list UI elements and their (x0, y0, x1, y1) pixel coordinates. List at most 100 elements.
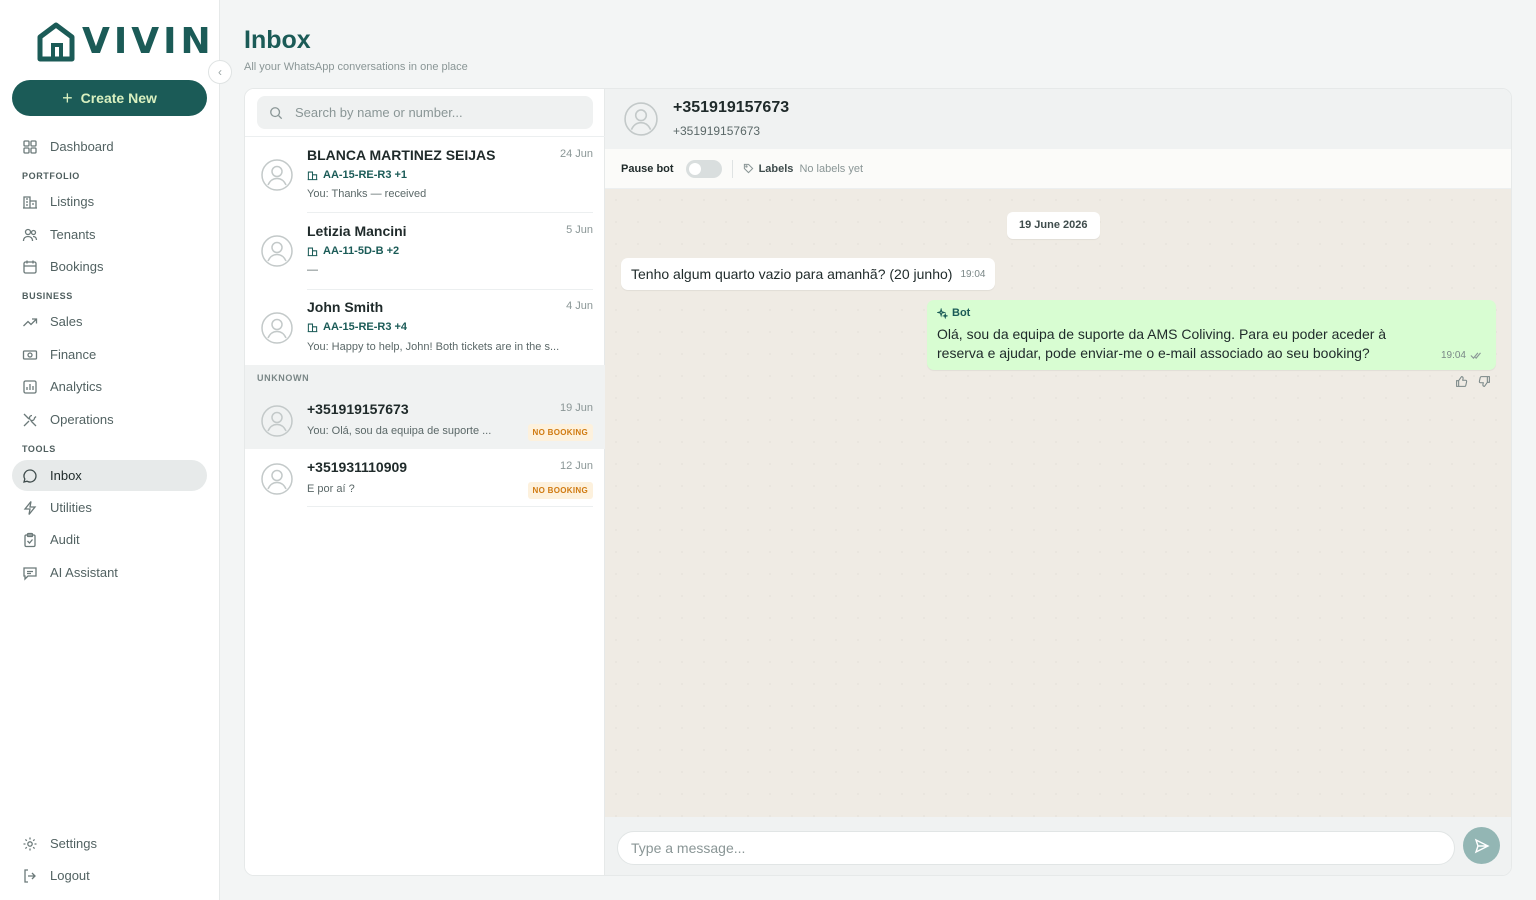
contact-name: +351931110909 (307, 459, 408, 475)
thumbs-up-icon[interactable] (1455, 375, 1468, 388)
search-input[interactable] (295, 105, 575, 120)
message-preview: You: Olá, sou da equipa de suporte ... (307, 425, 492, 437)
divider (731, 159, 733, 178)
sidebar-item-finance[interactable]: Finance (12, 339, 207, 370)
sidebar-item-ai-assistant[interactable]: AI Assistant (12, 557, 207, 588)
sidebar-item-bookings[interactable]: Bookings (12, 251, 207, 282)
bot-sender-label: Bot (952, 307, 971, 319)
message-square-icon (23, 566, 37, 581)
search-icon (270, 106, 283, 119)
message-line-1: Olá, sou da equipa de suporte da AMS Col… (937, 326, 1387, 342)
conversation-item[interactable]: Letizia Mancini 5 Jun AA-11-5D-B +2 — (245, 213, 605, 290)
section-tools: TOOLS (22, 444, 56, 454)
contact-name: Letizia Mancini (307, 223, 407, 239)
message-time: 19:04 (960, 268, 986, 280)
sidebar-item-label: Utilities (50, 500, 92, 515)
message-input[interactable] (617, 831, 1455, 865)
message-area[interactable]: 19 June 2026 Tenho algum quarto vazio pa… (605, 189, 1511, 817)
page-subtitle: All your WhatsApp conversations in one p… (244, 61, 468, 73)
message-composer (605, 817, 1511, 875)
banknote-icon (22, 349, 38, 360)
chart-icon (23, 379, 37, 394)
message-text: Tenho algum quarto vazio para amanhã? (2… (631, 266, 953, 282)
date-divider: 19 June 2026 (1007, 212, 1100, 239)
message-time: 19:04 (1440, 350, 1466, 361)
avatar-icon (261, 463, 293, 495)
conversation-date: 4 Jun (566, 300, 593, 312)
conversation-item-selected[interactable]: +351919157673 19 Jun You: Olá, sou da eq… (245, 391, 605, 449)
property-tag-text: AA-15-RE-R3 +4 (323, 321, 408, 333)
lightning-icon (23, 500, 37, 515)
contact-name: +351919157673 (307, 401, 409, 417)
sidebar-item-label: Operations (50, 412, 114, 427)
chat-contact-number: +351919157673 (673, 124, 761, 138)
conversation-date: 24 Jun (559, 148, 593, 160)
pause-bot-label: Pause bot (621, 162, 674, 175)
sidebar-item-dashboard[interactable]: Dashboard (12, 131, 207, 162)
conversation-item[interactable]: BLANCA MARTINEZ SEIJAS 24 Jun AA-15-RE-R… (245, 137, 605, 213)
sidebar-item-label: Settings (50, 836, 97, 851)
chat-bubble-icon (23, 468, 37, 483)
send-button[interactable] (1463, 827, 1500, 864)
status-badge: NO BOOKING (527, 424, 593, 441)
tag-icon (743, 163, 753, 174)
sidebar-item-logout[interactable]: Logout (12, 860, 207, 891)
sidebar-item-operations[interactable]: Operations (12, 404, 207, 435)
avatar-icon (261, 235, 293, 267)
labels-button[interactable]: Labels (759, 163, 794, 175)
building-icon (307, 323, 318, 332)
sidebar-item-label: Analytics (50, 379, 103, 394)
grid-icon (23, 139, 37, 154)
house-logo-icon (37, 22, 75, 62)
sidebar-item-listings[interactable]: Listings (12, 186, 207, 217)
trend-up-icon (23, 317, 38, 326)
message-meta: 19:04 (1441, 350, 1484, 361)
property-tag: AA-15-RE-R3 +4 (307, 321, 407, 333)
logo[interactable]: VIVIN (36, 20, 215, 64)
collapse-sidebar-button[interactable]: ‹ (208, 60, 232, 84)
conversation-date: 5 Jun (566, 224, 593, 236)
outgoing-message: Bot Olá, sou da equipa de suporte da AMS… (927, 300, 1496, 370)
message-preview: You: Thanks — received (307, 188, 427, 200)
calendar-icon (23, 260, 37, 274)
conversation-item[interactable]: John Smith 4 Jun AA-15-RE-R3 +4 You: Hap… (245, 290, 605, 365)
property-tag: AA-15-RE-R3 +1 (307, 169, 407, 181)
message-feedback (1455, 375, 1491, 388)
logout-icon (24, 868, 36, 883)
sidebar-item-label: AI Assistant (50, 565, 118, 580)
sidebar-item-audit[interactable]: Audit (12, 524, 207, 555)
thumbs-down-icon[interactable] (1478, 375, 1491, 388)
sidebar-item-label: Sales (50, 314, 83, 329)
conversation-list: BLANCA MARTINEZ SEIJAS 24 Jun AA-15-RE-R… (245, 89, 605, 875)
sidebar-item-utilities[interactable]: Utilities (12, 492, 207, 523)
pause-bot-toggle[interactable] (685, 159, 722, 178)
sidebar-item-sales[interactable]: Sales (12, 306, 207, 337)
sidebar-item-label: Inbox (50, 468, 82, 483)
sidebar-item-label: Tenants (50, 227, 96, 242)
sidebar-item-settings[interactable]: Settings (12, 828, 207, 859)
sidebar-item-label: Logout (50, 868, 90, 883)
message-line-2: reserva e ajudar, pode enviar-me o e-mai… (937, 345, 1370, 361)
sidebar-item-analytics[interactable]: Analytics (12, 371, 207, 402)
sidebar-item-label: Audit (50, 532, 80, 547)
contact-name: BLANCA MARTINEZ SEIJAS (307, 147, 496, 163)
sidebar-item-label: Bookings (50, 259, 104, 274)
conversation-item[interactable]: +351931110909 12 Jun E por aí ? NO BOOKI… (245, 449, 605, 507)
message-preview: You: Happy to help, John! Both tickets a… (307, 341, 560, 353)
users-icon (22, 228, 38, 241)
chat-toolbar: Pause bot Labels No labels yet (605, 149, 1511, 189)
labels-empty-text: No labels yet (799, 162, 864, 175)
chat-pane: +351919157673 +351919157673 Pause bot La… (605, 89, 1511, 875)
section-unknown: UNKNOWN (245, 365, 605, 391)
contact-name: John Smith (307, 299, 384, 315)
search-box[interactable] (257, 96, 593, 129)
message-preview: E por aí ? (307, 483, 355, 495)
chat-header: +351919157673 +351919157673 (605, 89, 1511, 149)
avatar-icon (261, 405, 293, 437)
create-new-button[interactable]: + Create New (12, 80, 207, 116)
create-new-label: Create New (80, 90, 157, 106)
sidebar-item-tenants[interactable]: Tenants (12, 219, 207, 250)
sidebar-item-inbox[interactable]: Inbox (12, 460, 207, 491)
sparkle-icon (937, 307, 948, 319)
double-check-icon (1470, 352, 1481, 359)
